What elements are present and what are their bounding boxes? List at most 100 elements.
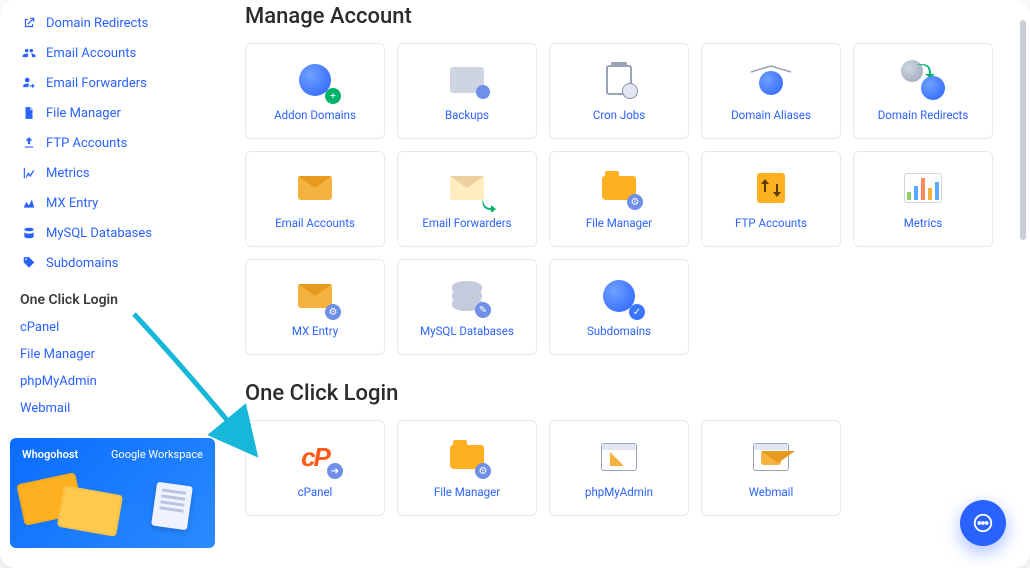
promo-brand-1: Whogohost — [22, 448, 78, 461]
folder-gear-icon: ⚙ — [597, 168, 641, 208]
sidebar-item-label: Domain Redirects — [46, 16, 148, 31]
tile-label: FTP Accounts — [729, 216, 813, 230]
sidebar-item-metrics[interactable]: Metrics — [10, 158, 215, 188]
tile-label: File Manager — [580, 216, 658, 230]
tile-email-forwarders[interactable]: Email Forwarders — [397, 151, 537, 247]
tile-mx-entry[interactable]: ⚙ MX Entry — [245, 259, 385, 355]
tile-domain-aliases[interactable]: Domain Aliases — [701, 43, 841, 139]
sidebar-item-file-manager[interactable]: File Manager — [10, 98, 215, 128]
chat-icon — [972, 512, 994, 534]
tile-addon-domains[interactable]: + Addon Domains — [245, 43, 385, 139]
sidebar-item-domain-redirects[interactable]: Domain Redirects — [10, 8, 215, 38]
manage-grid: + Addon Domains Backups Cron Jobs Domain… — [245, 43, 1010, 355]
file-icon — [20, 104, 38, 122]
sidebar-quick-label: File Manager — [20, 347, 95, 362]
tile-login-file-manager[interactable]: ⚙ File Manager — [397, 420, 537, 516]
upload-icon — [20, 134, 38, 152]
sidebar-manage-list: Domain Redirects Email Accounts Email Fo… — [0, 8, 225, 278]
phpmyadmin-icon — [597, 437, 641, 477]
sidebar: Domain Redirects Email Accounts Email Fo… — [0, 0, 225, 568]
cpanel-icon: cP➜ — [293, 437, 337, 477]
bar-chart-icon — [901, 168, 945, 208]
sidebar-quick-webmail[interactable]: Webmail — [10, 395, 215, 422]
sidebar-item-ftp-accounts[interactable]: FTP Accounts — [10, 128, 215, 158]
forward-icon — [20, 74, 38, 92]
sidebar-quick-file-manager[interactable]: File Manager — [10, 341, 215, 368]
tile-label: Metrics — [898, 216, 949, 230]
sidebar-item-label: MX Entry — [46, 196, 98, 211]
sidebar-item-label: Metrics — [46, 166, 90, 181]
tile-email-accounts[interactable]: Email Accounts — [245, 151, 385, 247]
tile-cron-jobs[interactable]: Cron Jobs — [549, 43, 689, 139]
sidebar-quick-label: Webmail — [20, 401, 70, 416]
sidebar-quick-cpanel[interactable]: cPanel — [10, 314, 215, 341]
tile-label: MySQL Databases — [414, 324, 520, 338]
globe-plus-icon: + — [293, 60, 337, 100]
tile-label: Domain Redirects — [872, 108, 975, 122]
sidebar-item-label: Email Accounts — [46, 46, 136, 61]
chat-fab[interactable] — [960, 500, 1006, 546]
sidebar-quick-label: phpMyAdmin — [20, 374, 97, 389]
scrollbar[interactable] — [1020, 20, 1026, 240]
tile-ftp-accounts[interactable]: FTP Accounts — [701, 151, 841, 247]
sidebar-item-mysql-databases[interactable]: MySQL Databases — [10, 218, 215, 248]
tile-label: Cron Jobs — [587, 108, 651, 122]
sidebar-item-label: File Manager — [46, 106, 121, 121]
chart-icon — [20, 164, 38, 182]
tile-label: Backups — [439, 108, 495, 122]
database-icon — [20, 224, 38, 242]
tile-label: Webmail — [743, 485, 800, 499]
tile-label: Subdomains — [581, 324, 657, 338]
sidebar-quick-phpmyadmin[interactable]: phpMyAdmin — [10, 368, 215, 395]
tile-metrics[interactable]: Metrics — [853, 151, 993, 247]
tile-label: Email Accounts — [269, 216, 361, 230]
folder-gear-icon: ⚙ — [445, 437, 489, 477]
tile-file-manager[interactable]: ⚙ File Manager — [549, 151, 689, 247]
tile-label: File Manager — [428, 485, 506, 499]
section-title-manage: Manage Account — [245, 4, 1010, 29]
tile-webmail[interactable]: Webmail — [701, 420, 841, 516]
sidebar-item-email-accounts[interactable]: Email Accounts — [10, 38, 215, 68]
sidebar-one-click-list: cPanel File Manager phpMyAdmin Webmail — [0, 314, 225, 422]
promo-brand-2: Google Workspace — [111, 448, 203, 461]
sidebar-item-label: Subdomains — [46, 256, 118, 271]
calendar-clock-icon — [597, 60, 641, 100]
sidebar-item-label: FTP Accounts — [46, 136, 127, 151]
webmail-icon — [749, 437, 793, 477]
roof-globe-icon — [749, 60, 793, 100]
tile-phpmyadmin[interactable]: phpMyAdmin — [549, 420, 689, 516]
tile-domain-redirects[interactable]: Domain Redirects — [853, 43, 993, 139]
database-stack-icon: ✎ — [445, 276, 489, 316]
tile-label: phpMyAdmin — [579, 485, 659, 499]
sidebar-item-subdomains[interactable]: Subdomains — [10, 248, 215, 278]
main-content: Manage Account + Addon Domains Backups C… — [225, 0, 1030, 568]
tile-cpanel[interactable]: cP➜ cPanel — [245, 420, 385, 516]
sidebar-item-mx-entry[interactable]: MX Entry — [10, 188, 215, 218]
sidebar-item-label: Email Forwarders — [46, 76, 147, 91]
app-root: Domain Redirects Email Accounts Email Fo… — [0, 0, 1030, 568]
promo-envelope-art — [20, 478, 150, 548]
login-grid: cP➜ cPanel ⚙ File Manager phpMyAdmin Web… — [245, 420, 1010, 516]
redirect-icon — [20, 14, 38, 32]
tile-mysql-databases[interactable]: ✎ MySQL Databases — [397, 259, 537, 355]
section-title-login: One Click Login — [245, 381, 1010, 406]
globe-redirect-icon — [901, 60, 945, 100]
tile-label: cPanel — [292, 485, 339, 499]
sidebar-item-label: MySQL Databases — [46, 226, 152, 241]
mx-icon — [20, 194, 38, 212]
envelope-gear-icon: ⚙ — [293, 276, 337, 316]
sidebar-item-email-forwarders[interactable]: Email Forwarders — [10, 68, 215, 98]
promo-banner[interactable]: Whogohost Google Workspace — [10, 438, 215, 548]
tile-label: Email Forwarders — [416, 216, 517, 230]
envelope-icon — [293, 168, 337, 208]
tile-label: Addon Domains — [268, 108, 362, 122]
tile-subdomains[interactable]: ✓ Subdomains — [549, 259, 689, 355]
tile-label: MX Entry — [286, 324, 344, 338]
promo-paper-art — [151, 482, 193, 531]
sidebar-one-click-heading: One Click Login — [0, 278, 225, 314]
server-refresh-icon — [445, 60, 489, 100]
tile-label: Domain Aliases — [725, 108, 817, 122]
users-icon — [20, 44, 38, 62]
tag-icon — [20, 254, 38, 272]
tile-backups[interactable]: Backups — [397, 43, 537, 139]
